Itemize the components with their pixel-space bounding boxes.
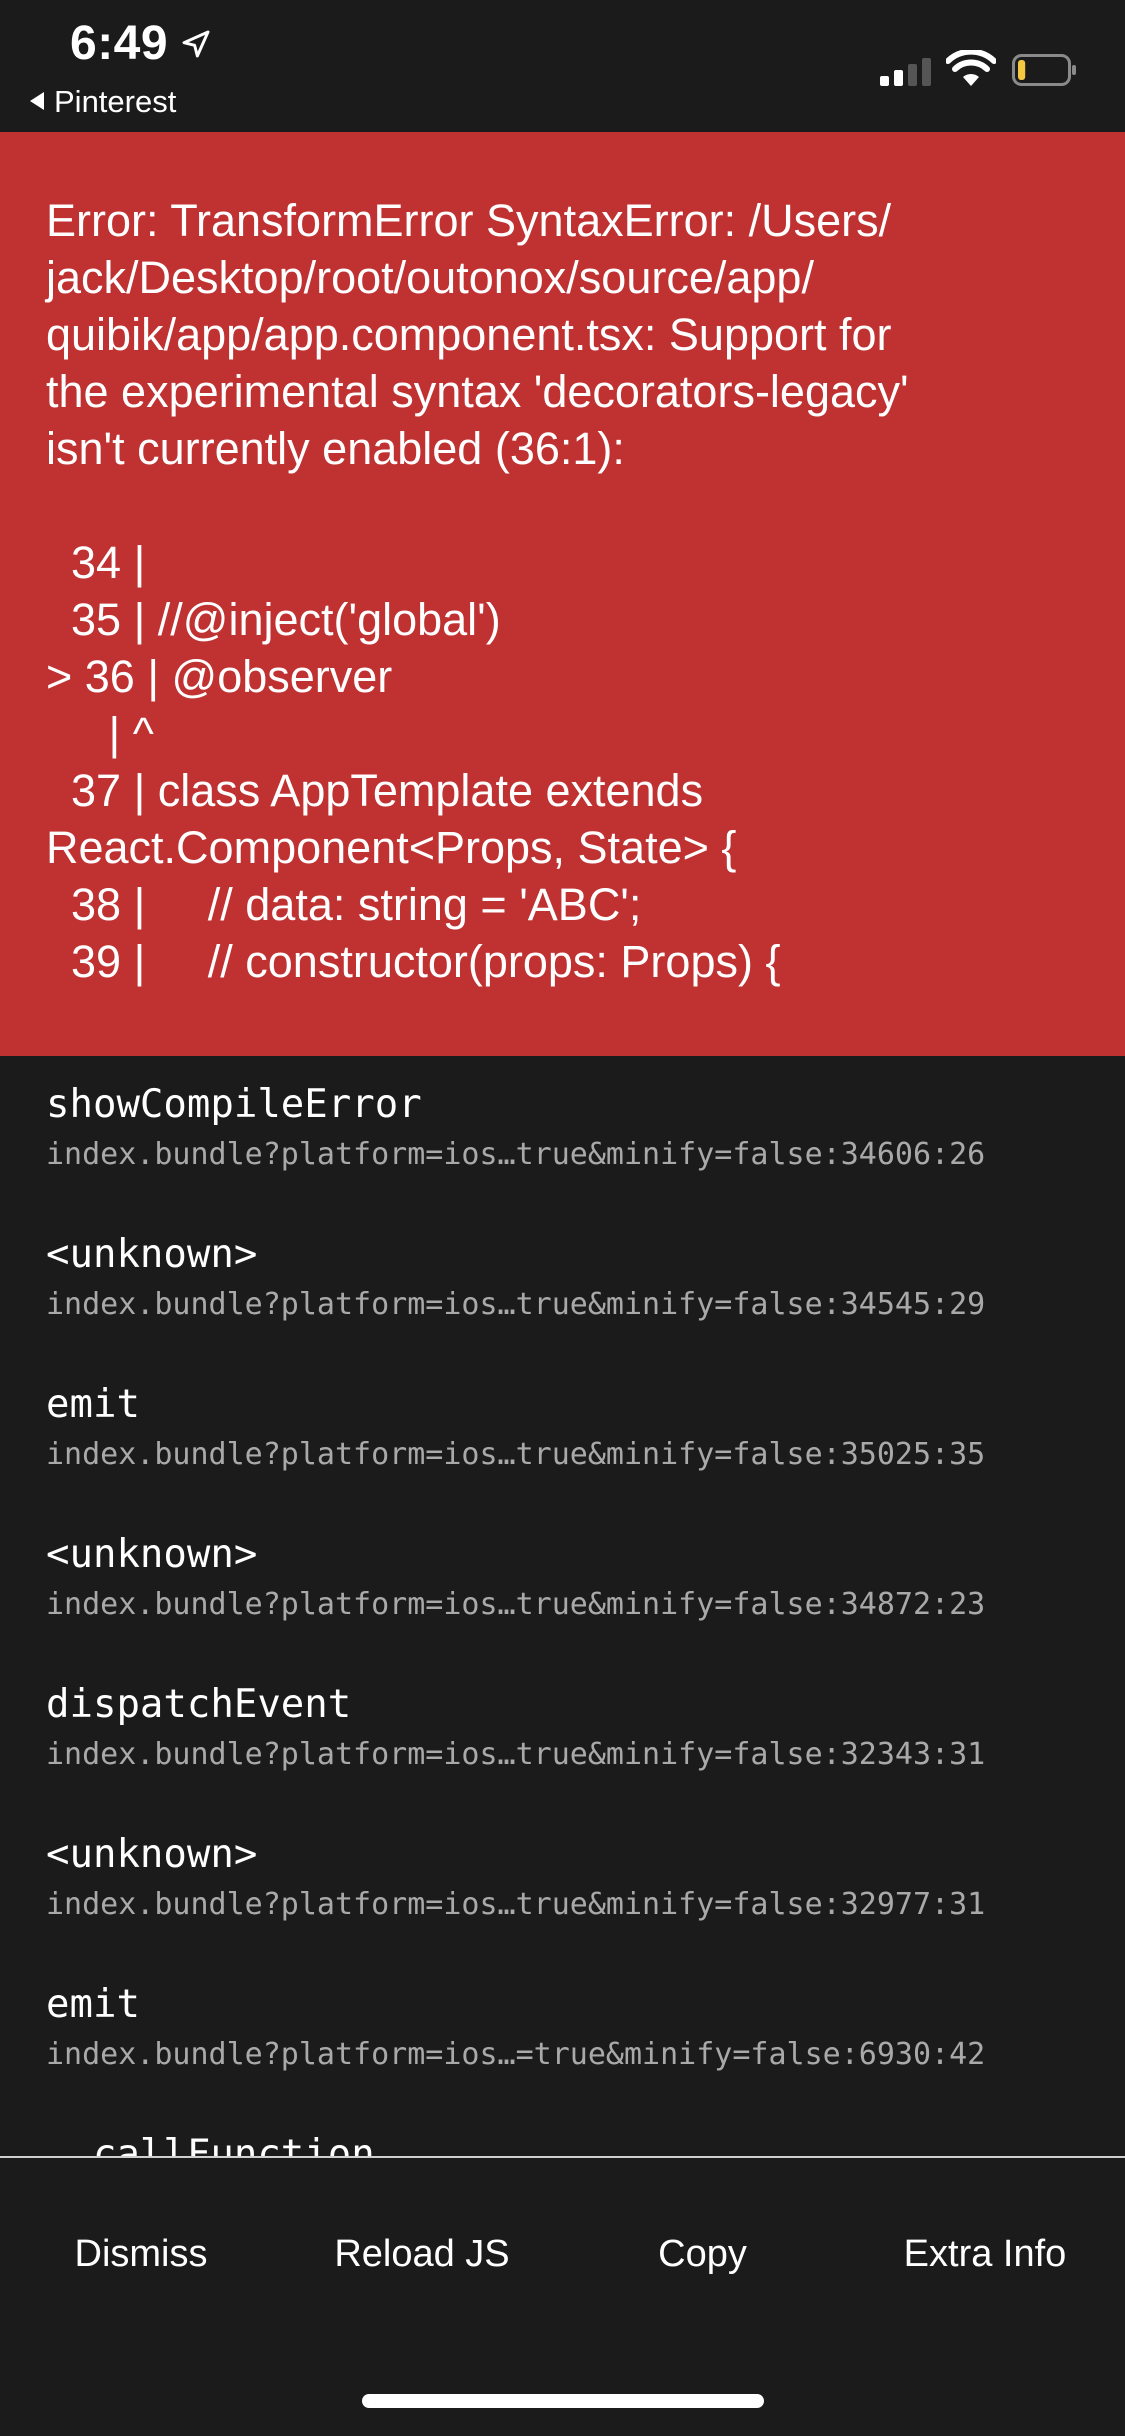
error-message: Error: TransformError SyntaxError: /User… — [46, 195, 909, 987]
stack-frame-function: <unknown> — [46, 1832, 258, 1877]
copy-button[interactable]: Copy — [630, 2224, 775, 2284]
stack-frame-function: showCompileError — [46, 1082, 422, 1127]
location-arrow-icon — [182, 30, 210, 58]
stack-frame[interactable]: <unknown> index.bundle?platform=ios…true&… — [46, 1532, 985, 1624]
stack-frame-location: index.bundle?platform=ios…true&minify=fa… — [46, 1287, 986, 1322]
wifi-icon — [946, 50, 996, 86]
stack-frame[interactable]: dispatchEvent index.bundle?platform=ios…t… — [46, 1682, 985, 1774]
back-app-label: Pinterest — [54, 84, 177, 119]
back-to-app-button[interactable]: Pinterest — [30, 84, 176, 120]
stack-frame-function: dispatchEvent — [46, 1682, 352, 1727]
stack-frame-function: __callFunction — [46, 2132, 375, 2156]
stack-frame-location: index.bundle?platform=ios…=true&minify=f… — [46, 2037, 986, 2072]
battery-icon — [1012, 54, 1076, 86]
stack-frame-location: index.bundle?platform=ios…true&minify=fa… — [46, 1587, 986, 1622]
cellular-signal-icon — [880, 56, 934, 86]
reload-js-button[interactable]: Reload JS — [322, 2224, 522, 2284]
error-panel: Error: TransformError SyntaxError: /User… — [0, 132, 1125, 1056]
stack-frame[interactable]: emit index.bundle?platform=ios…=true&mini… — [46, 1982, 985, 2074]
status-time: 6:49 — [70, 17, 169, 70]
stack-frame-location: index.bundle?platform=ios…true&minify=fa… — [46, 1737, 986, 1772]
stack-trace-list[interactable]: showCompileError index.bundle?platform=io… — [0, 1056, 1125, 2156]
stack-frame[interactable]: emit index.bundle?platform=ios…true&minif… — [46, 1382, 985, 1474]
stack-frame-function: <unknown> — [46, 1532, 258, 1577]
stack-frame-function: emit — [46, 1382, 140, 1427]
extra-info-button[interactable]: Extra Info — [880, 2224, 1090, 2284]
home-indicator[interactable] — [362, 2394, 764, 2408]
dismiss-button[interactable]: Dismiss — [46, 2224, 236, 2284]
stack-frame[interactable]: showCompileError index.bundle?platform=io… — [46, 1082, 985, 1174]
stack-frame-function: <unknown> — [46, 1232, 258, 1277]
back-triangle-icon — [30, 92, 44, 110]
stack-frame-location: index.bundle?platform=ios…true&minify=fa… — [46, 1437, 986, 1472]
stack-frame[interactable]: __callFunction — [46, 2132, 375, 2156]
status-bar: 6:49 Pinterest — [0, 0, 1125, 132]
stack-frame-location: index.bundle?platform=ios…true&minify=fa… — [46, 1137, 986, 1172]
stack-frame-function: emit — [46, 1982, 140, 2027]
stack-frame-location: index.bundle?platform=ios…true&minify=fa… — [46, 1887, 986, 1922]
stack-frame[interactable]: <unknown> index.bundle?platform=ios…true&… — [46, 1832, 985, 1924]
stack-frame[interactable]: <unknown> index.bundle?platform=ios…true&… — [46, 1232, 985, 1324]
